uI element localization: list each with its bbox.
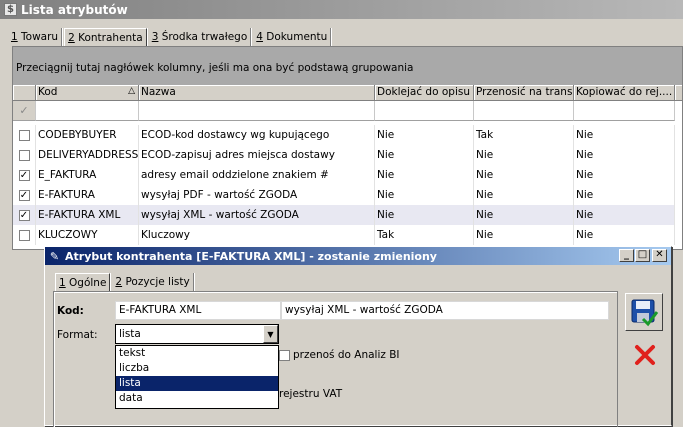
format-dropdown-list: tekst liczba lista data [115,345,279,409]
header-kopiowac[interactable]: Kopiować do rej.... [574,85,675,101]
cell-kod: E-FAKTURA XML [36,205,139,225]
nazwa-field[interactable]: wysyłaj XML - wartość ZGODA [281,301,609,320]
filter-icon[interactable]: ✓ [13,101,36,121]
format-option-tekst[interactable]: tekst [116,346,278,361]
app-icon: $ [4,3,17,16]
table-row[interactable]: ✓ E_FAKTURA adresy email oddzielone znak… [13,165,675,185]
grid-header: Kod △ Nazwa Doklejać do opisu Przenosić n… [13,85,682,101]
cell-przenosic: Nie [474,165,574,185]
filter-przenosic[interactable] [474,101,574,121]
pencil-icon: ✎ [49,249,60,263]
filter-row: ✓ [13,101,675,121]
table-row[interactable]: DELIVERYADDRESS ECOD-zapisuj adres miejs… [13,145,675,165]
cell-nazwa: ECOD-zapisuj adres miejsca dostawy [139,145,375,165]
cell-kopiowac: Nie [574,165,675,185]
table-row[interactable]: KLUCZOWY Kluczowy Tak Nie Nie [13,225,675,245]
tab-kontrahenta[interactable]: 2 Kontrahenta [64,28,147,46]
group-by-area[interactable]: Przeciągnij tutaj nagłówek kolumny, jeśl… [13,47,682,85]
minimize-button[interactable]: _ [619,249,634,262]
cell-kod: E-FAKTURA [36,185,139,205]
header-spacer [675,85,682,101]
cell-kopiowac: Nie [574,145,675,165]
header-doklejac[interactable]: Doklejać do opisu [375,85,474,101]
window-title: Lista atrybutów [21,2,128,17]
format-option-data[interactable]: data [116,391,278,406]
row-checkbox-checked[interactable]: ✓ [18,209,30,221]
close-x-icon [635,345,655,365]
sort-asc-icon: △ [128,86,135,96]
cell-kopiowac: Nie [574,205,675,225]
filter-kod[interactable] [36,101,139,121]
cell-kopiowac: Nie [574,125,675,145]
grid-rows: CODEBYBUYER ECOD-kod dostawcy wg kupując… [13,125,675,245]
filter-kopiowac[interactable] [574,101,675,121]
attributes-grid: Przeciągnij tutaj nagłówek kolumny, jeśl… [12,46,683,250]
cell-doklejac: Nie [375,205,474,225]
format-option-liczba[interactable]: liczba [116,361,278,376]
cell-nazwa: adresy email oddzielone znakiem # [139,165,375,185]
attribute-edit-dialog: ✎ Atrybut kontrahenta [E-FAKTURA XML] - … [44,246,672,427]
window-title-bar: $ Lista atrybutów [0,0,683,19]
cell-przenosic: Nie [474,145,574,165]
cell-doklejac: Nie [375,145,474,165]
row-checkbox[interactable] [18,149,30,161]
cell-przenosic: Nie [474,185,574,205]
cell-nazwa: Kluczowy [139,225,375,245]
tab-towaru[interactable]: 1 Towaru [8,28,63,46]
format-select[interactable]: lista [115,324,279,344]
header-kod[interactable]: Kod △ [36,85,139,101]
row-checkbox[interactable] [18,129,30,141]
kod-field[interactable]: E-FAKTURA XML [115,301,281,320]
cell-kopiowac: Nie [574,225,675,245]
cell-przenosic: Nie [474,225,574,245]
format-option-lista[interactable]: lista [116,376,278,391]
cell-nazwa: wysyłaj XML - wartość ZGODA [139,205,375,225]
tab-srodka-trwalego[interactable]: 3 Środka trwałego [149,28,252,46]
cell-doklejac: Tak [375,225,474,245]
cell-kod: CODEBYBUYER [36,125,139,145]
row-checkbox[interactable] [18,229,30,241]
analiz-bi-checkbox[interactable] [279,350,290,361]
save-icon [631,299,659,327]
filter-doklejac[interactable] [375,101,474,121]
row-checkbox-checked[interactable]: ✓ [18,189,30,201]
chevron-down-icon[interactable]: ▼ [263,325,278,343]
cell-doklejac: Nie [375,125,474,145]
header-nazwa[interactable]: Nazwa [139,85,375,101]
cell-kod: KLUCZOWY [36,225,139,245]
cell-kod: E_FAKTURA [36,165,139,185]
cell-przenosic: Nie [474,205,574,225]
cell-kod: DELIVERYADDRESS [36,145,139,165]
cell-przenosic: Tak [474,125,574,145]
dialog-title: Atrybut kontrahenta [E-FAKTURA XML] - zo… [65,249,437,263]
dialog-title-bar[interactable]: ✎ Atrybut kontrahenta [E-FAKTURA XML] - … [45,247,671,265]
tab-pozycje-listy[interactable]: 2 Pozycje listy [112,273,194,291]
cell-nazwa: wysyłaj PDF - wartość ZGODA [139,185,375,205]
table-row[interactable]: ✓ E-FAKTURA wysyłaj PDF - wartość ZGODA … [13,185,675,205]
cell-nazwa: ECOD-kod dostawcy wg kupującego [139,125,375,145]
dialog-tabs: 1 Ogólne 2 Pozycje listy [55,273,196,291]
cell-doklejac: Nie [375,185,474,205]
format-label: Format: [57,329,98,341]
header-przenosic[interactable]: Przenosić na trans. [474,85,574,101]
cell-kopiowac: Nie [574,185,675,205]
filter-nazwa[interactable] [139,101,375,121]
table-row-selected[interactable]: ✓ E-FAKTURA XML wysyłaj XML - wartość ZG… [13,205,675,225]
save-button[interactable] [625,293,663,331]
kod-label: Kod: [57,305,84,317]
maximize-button[interactable]: □ [635,249,650,262]
header-checkbox-col [13,85,36,101]
cancel-button[interactable] [631,341,659,369]
vat-register-label: rejestru VAT [279,388,343,400]
close-button[interactable]: ✕ [652,249,667,262]
table-row[interactable]: CODEBYBUYER ECOD-kod dostawcy wg kupując… [13,125,675,145]
row-checkbox-checked[interactable]: ✓ [18,169,30,181]
cell-doklejac: Nie [375,165,474,185]
tab-dokumentu[interactable]: 4 Dokumentu [253,28,332,46]
main-tabs: 1 Towaru 2 Kontrahenta 3 Środka trwałego… [8,28,333,46]
analiz-bi-label: przenoś do Analiz BI [293,349,400,361]
group-by-hint: Przeciągnij tutaj nagłówek kolumny, jeśl… [16,62,414,74]
tab-ogolne[interactable]: 1 Ogólne [55,273,111,291]
